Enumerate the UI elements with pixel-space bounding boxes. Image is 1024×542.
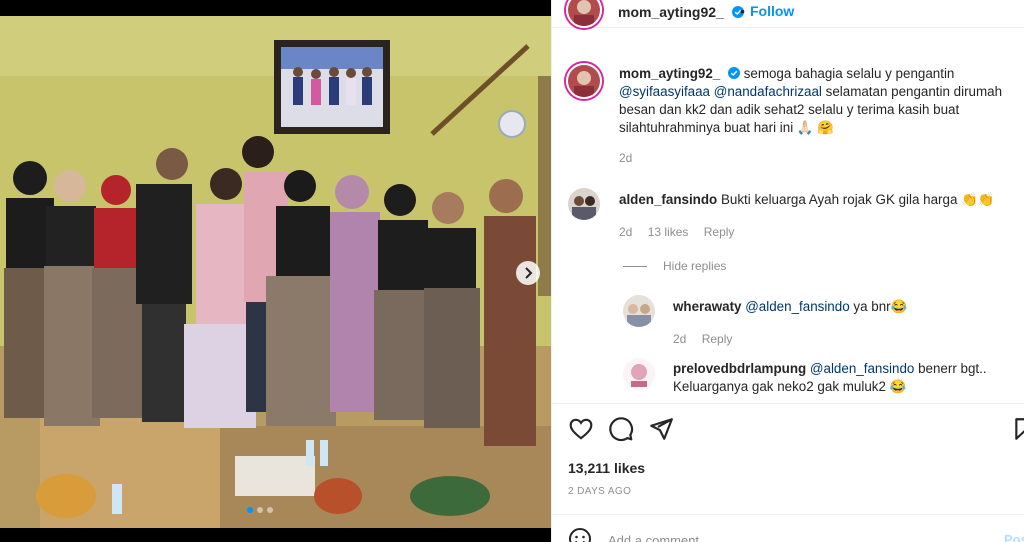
comment-input[interactable] (608, 531, 988, 542)
family-photo-illustration (0, 16, 551, 528)
caption-meta: 2d (619, 151, 644, 165)
comment-meta: 2d 13 likes Reply (619, 225, 746, 239)
carousel-dot-active (247, 507, 253, 513)
hide-replies-button[interactable]: Hide replies (623, 259, 726, 273)
smiley-icon[interactable] (568, 527, 592, 542)
post-comment-button[interactable]: Post (1004, 532, 1024, 542)
header-username[interactable]: mom_ayting92_ (618, 4, 744, 20)
post-actions-bar (552, 403, 1024, 458)
avatar-image (623, 358, 655, 390)
author-avatar[interactable] (566, 0, 602, 28)
header-username-text[interactable]: mom_ayting92_ (618, 4, 724, 20)
reply-age[interactable]: 2d (673, 332, 686, 346)
reply-text: wherawaty @alden_fansindo ya bnr😂 (673, 298, 1013, 316)
hide-replies-line (623, 265, 647, 267)
post-caption: mom_ayting92_ semoga bahagia selalu y pe… (619, 65, 1019, 137)
reply-meta: 2d Reply (673, 332, 744, 346)
bookmark-icon[interactable] (1012, 416, 1024, 442)
caption-text-intro: semoga bahagia selalu y pengantin (743, 66, 955, 81)
post-photo[interactable] (0, 16, 551, 528)
caption-mention-2[interactable]: @nandafachrizaal (714, 84, 822, 99)
header-separator: • (740, 3, 745, 19)
comment-text: alden_fansindo Bukti keluarga Ayah rojak… (619, 191, 1009, 209)
comment-avatar[interactable] (568, 188, 600, 220)
comment-icon[interactable] (608, 416, 634, 442)
hide-replies-label[interactable]: Hide replies (663, 259, 726, 273)
reply-username[interactable]: wherawaty (673, 299, 741, 314)
add-comment-bar: Post (552, 514, 1024, 542)
reply-body: ya bnr (853, 299, 891, 314)
reply-emoji: 😂 (890, 299, 908, 314)
reply-mention[interactable]: @alden_fansindo (745, 299, 849, 314)
reply-mention[interactable]: @alden_fansindo (810, 361, 914, 376)
comment-reply-button[interactable]: Reply (704, 225, 735, 239)
comment-age[interactable]: 2d (619, 225, 632, 239)
reply-avatar[interactable] (623, 358, 655, 390)
reply-text: prelovedbdrlampung @alden_fansindo bener… (673, 360, 1003, 396)
media-bottom-bar (0, 528, 551, 542)
post-header: mom_ayting92_ • Follow (552, 0, 1024, 28)
caption-age[interactable]: 2d (619, 151, 632, 165)
post-date[interactable]: 2 DAYS AGO (568, 486, 631, 497)
avatar-image (568, 0, 600, 26)
follow-button[interactable]: Follow (750, 3, 794, 19)
comments-section: mom_ayting92_ semoga bahagia selalu y pe… (552, 29, 1024, 403)
reply-reply-button[interactable]: Reply (702, 332, 733, 346)
like-count[interactable]: 13,211 likes (568, 460, 645, 476)
media-top-bar (0, 0, 551, 16)
carousel-dots (247, 507, 273, 513)
comment-emoji: 👏👏 (961, 192, 995, 207)
reply-emoji: 😂 (889, 379, 907, 394)
comment-likes[interactable]: 13 likes (648, 225, 689, 239)
reply-avatar[interactable] (623, 295, 655, 327)
caption-username[interactable]: mom_ayting92_ (619, 66, 720, 81)
caption-mention-1[interactable]: @syifaasyifaaa (619, 84, 710, 99)
chevron-right-icon (525, 267, 533, 279)
post-side-panel: mom_ayting92_ • Follow mom_ayting92_ sem… (551, 0, 1024, 542)
caption-emoji: 🙏🏻 🤗 (796, 120, 834, 135)
avatar-image (568, 188, 600, 220)
comment-username[interactable]: alden_fansindo (619, 192, 717, 207)
avatar-image (623, 295, 655, 327)
paper-plane-icon[interactable] (648, 416, 674, 442)
reply-username[interactable]: prelovedbdrlampung (673, 361, 806, 376)
carousel-dot (257, 507, 263, 513)
carousel-dot (267, 507, 273, 513)
heart-icon[interactable] (568, 416, 594, 442)
caption-avatar[interactable] (566, 63, 602, 99)
comment-body: Bukti keluarga Ayah rojak GK gila harga (720, 192, 958, 207)
avatar-image (568, 65, 600, 97)
post-media-panel (0, 0, 551, 542)
carousel-next-button[interactable] (516, 261, 540, 285)
verified-badge-icon (727, 67, 740, 79)
